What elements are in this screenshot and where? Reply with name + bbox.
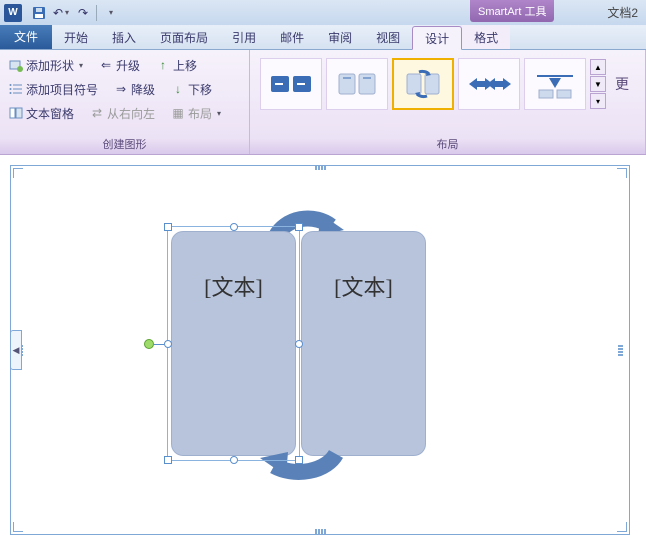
contextual-tab-title: SmartArt 工具 [470,0,554,22]
group-create-graphic: 添加形状▾ ⇐升级 ↑上移 添加项目符号 ⇒降级 ↓下移 文本窗格 ⇄从右向左 … [0,50,250,154]
promote-icon: ⇐ [99,58,113,72]
text-pane-toggle[interactable]: ◀ [10,330,22,370]
down-arrow-icon: ↓ [171,82,185,96]
rotation-handle[interactable] [144,339,154,349]
frame-corner-bl [13,522,23,532]
sel-handle-bl[interactable] [164,456,172,464]
sel-handle-tl[interactable] [164,223,172,231]
gallery-scroll: ▲ ▼ ▾ [590,59,606,109]
tab-home[interactable]: 开始 [52,25,100,49]
document-title: 文档2 [607,4,638,21]
frame-corner-tl [13,168,23,178]
bullet-icon [9,82,23,96]
frame-handle-bottom[interactable] [310,529,330,535]
rtl-button[interactable]: ⇄从右向左 [87,104,158,123]
group-label-layout: 布局 [250,136,645,152]
tab-view[interactable]: 视图 [364,25,412,49]
document-canvas[interactable]: ◀ [文本] [文本] [0,155,646,545]
tab-file[interactable]: 文件 [0,24,52,49]
layout-gallery: ▲ ▼ ▾ 更 [256,54,639,114]
smartart-frame[interactable]: ◀ [文本] [文本] [10,165,630,535]
smartart-shape-2[interactable]: [文本] [301,231,426,456]
up-arrow-icon: ↑ [156,58,170,72]
add-bullet-button[interactable]: 添加项目符号 [6,80,101,99]
sel-handle-bm[interactable] [230,456,238,464]
redo-icon[interactable]: ↷ [74,4,92,22]
rtl-icon: ⇄ [90,106,104,120]
tab-mailings[interactable]: 邮件 [268,25,316,49]
ribbon: 添加形状▾ ⇐升级 ↑上移 添加项目符号 ⇒降级 ↓下移 文本窗格 ⇄从右向左 … [0,50,646,155]
layout-option-1[interactable] [260,58,322,110]
promote-button[interactable]: ⇐升级 [96,56,143,75]
frame-handle-right[interactable] [617,340,623,360]
gallery-scroll-up-icon[interactable]: ▲ [590,59,606,75]
save-icon[interactable] [30,4,48,22]
undo-icon[interactable]: ↶▾ [52,4,70,22]
gallery-scroll-down-icon[interactable]: ▼ [590,76,606,92]
sel-handle-tm[interactable] [230,223,238,231]
frame-corner-br [617,522,627,532]
app-icon[interactable]: W [4,4,22,22]
tab-page-layout[interactable]: 页面布局 [148,25,220,49]
demote-icon: ⇒ [114,82,128,96]
tab-format[interactable]: 格式 [462,25,510,49]
move-up-button[interactable]: ↑上移 [153,56,200,75]
layout-option-4[interactable] [458,58,520,110]
tab-review[interactable]: 审阅 [316,25,364,49]
layout-option-5[interactable] [524,58,586,110]
layout-icon: ▦ [171,106,185,120]
sel-handle-lm[interactable] [164,340,172,348]
add-shape-button[interactable]: 添加形状▾ [6,56,86,75]
qat-customize-icon[interactable]: ▾ [101,4,119,22]
layout-button[interactable]: ▦布局▾ [168,104,224,123]
gallery-more-icon[interactable]: ▾ [590,93,606,109]
sel-handle-br[interactable] [295,456,303,464]
move-down-button[interactable]: ↓下移 [168,80,215,99]
ribbon-tabs: 文件 开始 插入 页面布局 引用 邮件 审阅 视图 设计 格式 [0,25,646,50]
tab-insert[interactable]: 插入 [100,25,148,49]
sel-handle-rm[interactable] [295,340,303,348]
tab-references[interactable]: 引用 [220,25,268,49]
sel-handle-tr[interactable] [295,223,303,231]
rotation-connector [154,344,164,345]
group-label-create: 创建图形 [0,136,249,152]
add-shape-icon [9,58,23,72]
shape-selection [167,226,300,461]
quick-access-toolbar: ↶▾ ↷ ▾ [30,4,119,22]
demote-button[interactable]: ⇒降级 [111,80,158,99]
more-commands-button[interactable]: 更 [614,74,630,94]
text-pane-icon [9,106,23,120]
frame-corner-tr [617,168,627,178]
text-pane-button[interactable]: 文本窗格 [6,104,77,123]
tab-design[interactable]: 设计 [412,26,462,50]
title-bar: W ↶▾ ↷ ▾ SmartArt 工具 文档2 [0,0,646,25]
layout-option-2[interactable] [326,58,388,110]
group-layouts: ▲ ▼ ▾ 更 布局 [250,50,646,154]
layout-option-3[interactable] [392,58,454,110]
smartart-diagram: [文本] [文本] [161,186,431,506]
frame-handle-top[interactable] [310,165,330,171]
